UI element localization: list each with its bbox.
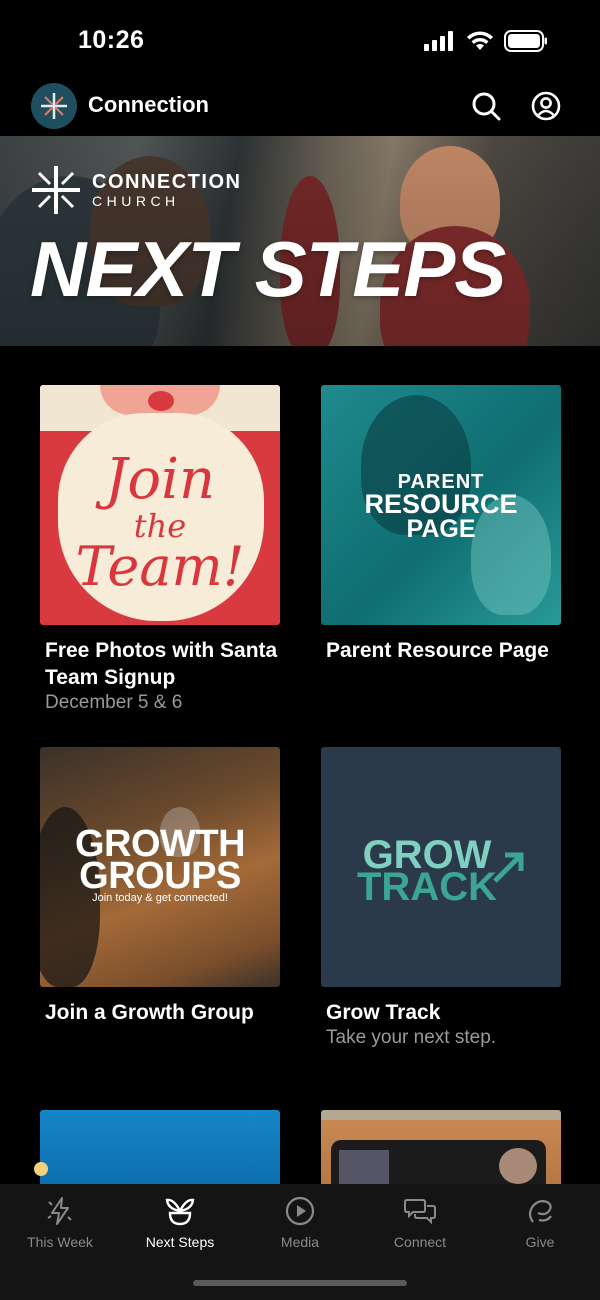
tab-label: This Week	[27, 1234, 93, 1250]
app-title: Connection	[88, 92, 209, 117]
card-growth-group[interactable]: GROWTH GROUPS Join today & get connected…	[40, 747, 280, 1026]
card-image-parent-resource: PARENT RESOURCE PAGE	[321, 385, 561, 625]
card-partial-tablet[interactable]	[321, 1110, 561, 1184]
hero-brand-sub: CHURCH	[92, 193, 180, 209]
search-button[interactable]	[470, 90, 502, 122]
sprout-icon	[163, 1194, 197, 1228]
tab-next-steps[interactable]: Next Steps	[120, 1194, 240, 1250]
tab-label: Next Steps	[145, 1234, 215, 1250]
card-image-join-the-team: Join the Team!	[40, 385, 280, 625]
battery-icon	[504, 30, 547, 52]
lightning-icon	[43, 1194, 77, 1228]
hero-brand-name: CONNECTION	[92, 171, 242, 193]
card-image-growth-groups: GROWTH GROUPS Join today & get connected…	[40, 747, 280, 987]
profile-button[interactable]	[530, 90, 562, 122]
tab-connect[interactable]: Connect	[360, 1194, 480, 1250]
chat-bubbles-icon	[403, 1194, 437, 1228]
card-title: Grow Track	[326, 1001, 441, 1024]
status-time: 10:26	[78, 26, 145, 54]
card-santa-team-signup[interactable]: Join the Team! Free Photos with Santa Te…	[40, 385, 280, 715]
status-icons	[424, 30, 548, 52]
give-icon	[523, 1194, 557, 1228]
card-title: Free Photos with Santa Team Signup	[45, 639, 278, 689]
hero-title: NEXT STEPS	[30, 225, 506, 313]
home-indicator	[193, 1280, 407, 1286]
join-text: Join	[104, 447, 216, 512]
team-text: Team!	[75, 535, 245, 598]
card-title: Parent Resource Page	[326, 639, 549, 662]
page-text: PAGE	[406, 515, 476, 543]
tab-label: Media	[280, 1234, 320, 1250]
status-bar: 10:26	[0, 0, 600, 80]
wifi-icon	[467, 31, 493, 50]
next-steps-hero-banner: CONNECTION CHURCH NEXT STEPS	[0, 136, 600, 346]
church-cross-logo-icon	[32, 166, 80, 214]
tab-media[interactable]: Media	[240, 1194, 360, 1250]
play-circle-icon	[283, 1194, 317, 1228]
profile-icon	[531, 91, 561, 121]
tab-this-week[interactable]: This Week	[0, 1194, 120, 1250]
church-logo-icon[interactable]	[31, 83, 77, 129]
app-header: Connection	[0, 80, 600, 136]
cellular-signal-icon	[424, 31, 453, 51]
card-title: Join a Growth Group	[45, 1001, 254, 1024]
card-subtitle: Take your next step.	[326, 1027, 497, 1048]
tab-give[interactable]: Give	[480, 1194, 600, 1250]
card-partial-blue[interactable]	[34, 1110, 280, 1184]
hero-church-brand: CONNECTION CHURCH	[30, 164, 241, 216]
card-image-grow-track: GROW TRACK	[321, 747, 561, 987]
card-grow-track[interactable]: GROW TRACK Grow Track Take your next ste…	[321, 747, 561, 1050]
arrow-up-right-icon	[493, 852, 524, 883]
card-subtitle: December 5 & 6	[45, 692, 183, 713]
tab-label: Connect	[393, 1234, 447, 1250]
card-parent-resource-page[interactable]: PARENT RESOURCE PAGE Parent Resource Pag…	[321, 385, 561, 664]
growth-tagline: Join today & get connected!	[92, 892, 228, 904]
search-icon	[472, 92, 501, 121]
tab-label: Give	[525, 1234, 555, 1250]
